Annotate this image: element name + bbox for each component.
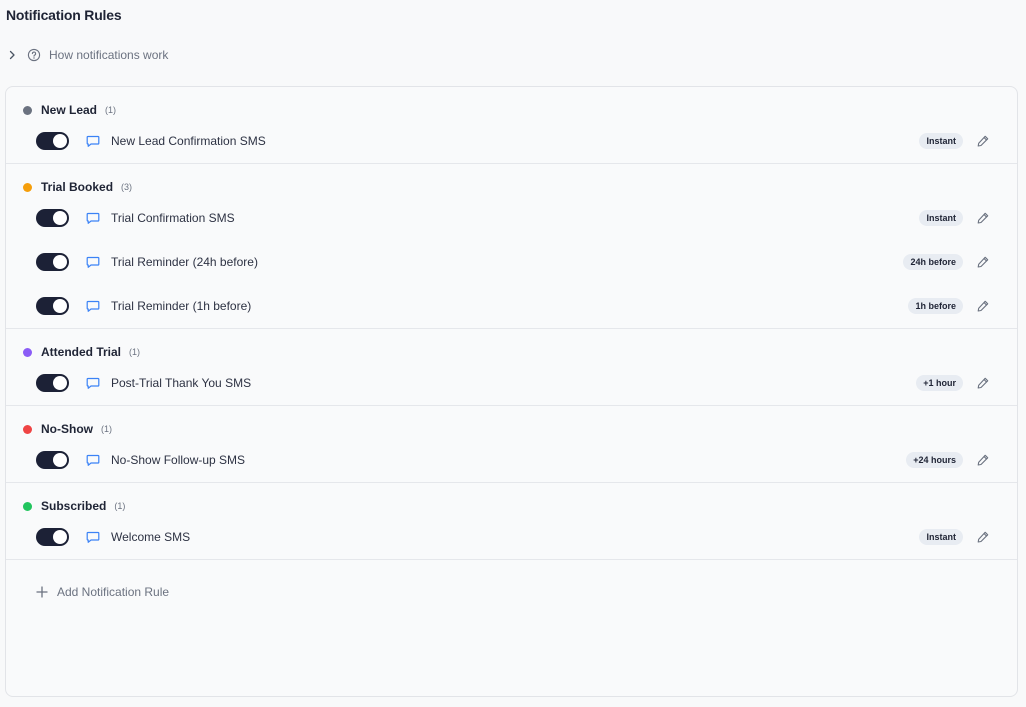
plus-icon: [36, 585, 48, 598]
rule-group: No-Show (1) No-Show Follow-up SMS +24 ho…: [6, 406, 1017, 483]
edit-pencil-icon[interactable]: [976, 376, 990, 390]
timing-badge: Instant: [919, 529, 963, 545]
group-rules: Trial Confirmation SMS Instant Trial Rem…: [6, 196, 1017, 328]
help-circle-icon: [27, 48, 41, 62]
notification-rules-page: Notification Rules How notifications wor…: [0, 0, 1026, 707]
notification-rule-row: No-Show Follow-up SMS +24 hours: [6, 438, 1017, 482]
message-square-icon: [85, 254, 101, 270]
rule-group: Trial Booked (3) Trial Confirmation SMS …: [6, 164, 1017, 329]
toggle-knob: [53, 376, 67, 390]
rule-name: Post-Trial Thank You SMS: [111, 376, 252, 390]
rule-name: Trial Confirmation SMS: [111, 211, 235, 225]
message-square-icon: [85, 298, 101, 314]
notification-rule-row: New Lead Confirmation SMS Instant: [6, 119, 1017, 163]
group-count: (1): [105, 105, 117, 115]
notification-rule-row: Trial Reminder (1h before) 1h before: [6, 284, 1017, 328]
page-title: Notification Rules: [6, 7, 122, 23]
how-notifications-work-label: How notifications work: [49, 48, 169, 62]
message-square-icon: [85, 375, 101, 391]
rule-group: New Lead (1) New Lead Confirmation SMS I…: [6, 87, 1017, 164]
rule-enabled-toggle[interactable]: [36, 374, 69, 392]
rule-name: No-Show Follow-up SMS: [111, 453, 246, 467]
timing-badge: 24h before: [903, 254, 963, 270]
how-notifications-work-toggle[interactable]: How notifications work: [6, 46, 168, 64]
toggle-knob: [53, 255, 67, 269]
notification-rule-row: Welcome SMS Instant: [6, 515, 1017, 559]
group-header: New Lead (1): [6, 101, 1017, 119]
toggle-knob: [53, 211, 67, 225]
rule-groups: New Lead (1) New Lead Confirmation SMS I…: [6, 87, 1017, 560]
toggle-knob: [53, 530, 67, 544]
group-rules: New Lead Confirmation SMS Instant: [6, 119, 1017, 163]
rule-enabled-toggle[interactable]: [36, 297, 69, 315]
toggle-knob: [53, 134, 67, 148]
rule-enabled-toggle[interactable]: [36, 132, 69, 150]
add-notification-rule-label: Add Notification Rule: [57, 584, 170, 599]
group-status-dot: [23, 501, 32, 511]
rule-enabled-toggle[interactable]: [36, 209, 69, 227]
message-square-icon: [85, 452, 101, 468]
edit-pencil-icon[interactable]: [976, 530, 990, 544]
group-rules: No-Show Follow-up SMS +24 hours: [6, 438, 1017, 482]
group-status-dot: [23, 105, 32, 115]
notification-rules-card: New Lead (1) New Lead Confirmation SMS I…: [5, 86, 1018, 697]
add-notification-rule-button[interactable]: Add Notification Rule: [6, 560, 1017, 623]
group-count: (1): [129, 347, 141, 357]
group-title: No-Show: [41, 422, 93, 436]
edit-pencil-icon[interactable]: [976, 453, 990, 467]
group-status-dot: [23, 347, 32, 357]
rule-name: Trial Reminder (1h before): [111, 299, 252, 313]
message-square-icon: [85, 133, 101, 149]
group-rules: Post-Trial Thank You SMS +1 hour: [6, 361, 1017, 405]
edit-pencil-icon[interactable]: [976, 255, 990, 269]
rule-group: Attended Trial (1) Post-Trial Thank You …: [6, 329, 1017, 406]
rule-enabled-toggle[interactable]: [36, 528, 69, 546]
rule-name: New Lead Confirmation SMS: [111, 134, 266, 148]
group-count: (1): [114, 501, 126, 511]
notification-rule-row: Post-Trial Thank You SMS +1 hour: [6, 361, 1017, 405]
group-title: Attended Trial: [41, 345, 122, 359]
group-rules: Welcome SMS Instant: [6, 515, 1017, 559]
group-title: Trial Booked: [41, 180, 114, 194]
group-title: New Lead: [41, 103, 98, 117]
group-header: No-Show (1): [6, 420, 1017, 438]
toggle-knob: [53, 453, 67, 467]
group-status-dot: [23, 424, 32, 434]
edit-pencil-icon[interactable]: [976, 299, 990, 313]
group-header: Trial Booked (3): [6, 178, 1017, 196]
timing-badge: +1 hour: [916, 375, 963, 391]
timing-badge: Instant: [919, 210, 963, 226]
timing-badge: Instant: [919, 133, 963, 149]
group-header: Attended Trial (1): [6, 343, 1017, 361]
message-square-icon: [85, 529, 101, 545]
rule-name: Welcome SMS: [111, 530, 191, 544]
rule-group: Subscribed (1) Welcome SMS Instant: [6, 483, 1017, 560]
rule-name: Trial Reminder (24h before): [111, 255, 258, 269]
group-header: Subscribed (1): [6, 497, 1017, 515]
timing-badge: +24 hours: [906, 452, 963, 468]
message-square-icon: [85, 210, 101, 226]
group-title: Subscribed: [41, 499, 107, 513]
timing-badge: 1h before: [908, 298, 963, 314]
group-count: (3): [121, 182, 133, 192]
rule-enabled-toggle[interactable]: [36, 451, 69, 469]
edit-pencil-icon[interactable]: [976, 211, 990, 225]
group-status-dot: [23, 182, 32, 192]
notification-rule-row: Trial Confirmation SMS Instant: [6, 196, 1017, 240]
edit-pencil-icon[interactable]: [976, 134, 990, 148]
notification-rule-row: Trial Reminder (24h before) 24h before: [6, 240, 1017, 284]
chevron-right-icon: [6, 49, 18, 61]
group-count: (1): [101, 424, 112, 434]
rule-enabled-toggle[interactable]: [36, 253, 69, 271]
toggle-knob: [53, 299, 67, 313]
